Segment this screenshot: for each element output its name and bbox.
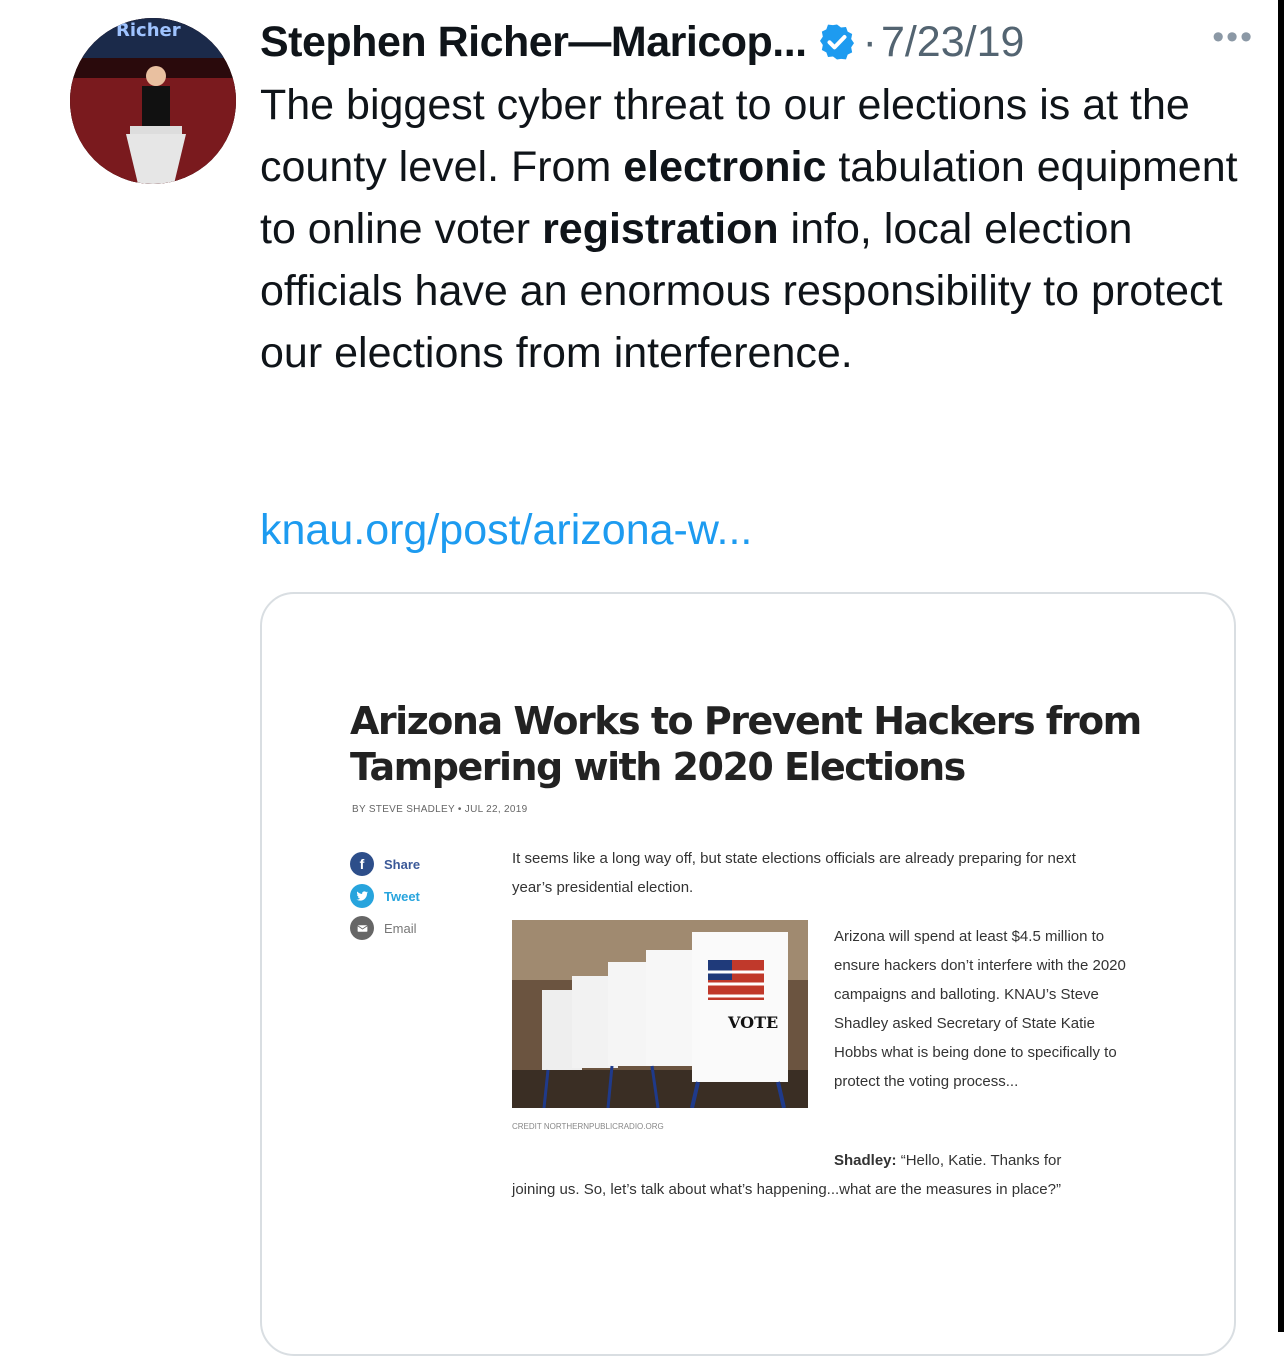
- share-buttons: f Share Tweet Email: [350, 848, 420, 944]
- screen-edge: [1278, 0, 1284, 1332]
- vote-sign-text: VOTE: [727, 1013, 778, 1032]
- photo-credit: CREDIT NORTHERNPUBLICRADIO.ORG: [512, 1122, 664, 1131]
- author-name[interactable]: Stephen Richer—Maricop...: [260, 18, 807, 67]
- article-link[interactable]: knau.org/post/arizona-w...: [260, 506, 752, 555]
- tweet-text: The biggest cyber threat to our election…: [260, 74, 1250, 384]
- tweet-text-bold: electronic: [623, 143, 827, 191]
- tweet-header: Stephen Richer—Maricop... · 7/23/19 •••: [260, 14, 1254, 70]
- share-label: Share: [384, 856, 421, 872]
- share-facebook: f Share: [350, 848, 420, 880]
- article-body: Arizona will spend at least $4.5 million…: [834, 928, 1126, 1090]
- tweet-date[interactable]: 7/23/19: [881, 18, 1024, 67]
- avatar-photo: Richer: [70, 18, 236, 184]
- email-icon: [350, 916, 374, 940]
- header-separator: ·: [862, 17, 877, 66]
- interview-quote-start: Shadley: “Hello, Katie. Thanks for: [834, 1146, 1154, 1175]
- share-twitter: Tweet: [350, 880, 420, 912]
- quote-text: “Hello, Katie. Thanks for: [896, 1152, 1062, 1169]
- author-avatar[interactable]: Richer: [70, 18, 236, 184]
- voting-booths-photo: VOTE: [512, 920, 808, 1108]
- tweet-label: Tweet: [384, 888, 420, 904]
- more-icon[interactable]: •••: [1212, 18, 1254, 57]
- article-title: Arizona Works to Prevent Hackers from Ta…: [350, 699, 1142, 789]
- article-intro: It seems like a long way off, but state …: [512, 850, 1076, 896]
- verified-icon: [817, 22, 857, 62]
- email-label: Email: [384, 920, 417, 936]
- link-preview-card[interactable]: Arizona Works to Prevent Hackers from Ta…: [260, 592, 1236, 1356]
- share-email: Email: [350, 912, 420, 944]
- facebook-icon: f: [350, 852, 374, 876]
- avatar-banner-text: Richer: [116, 20, 181, 41]
- twitter-icon: [350, 884, 374, 908]
- quote-speaker: Shadley:: [834, 1152, 897, 1169]
- tweet-text-bold: registration: [542, 205, 779, 253]
- article-byline: By STEVE SHADLEY • JUL 22, 2019: [352, 804, 528, 815]
- interview-quote-rest: joining us. So, let’s talk about what’s …: [512, 1181, 1061, 1198]
